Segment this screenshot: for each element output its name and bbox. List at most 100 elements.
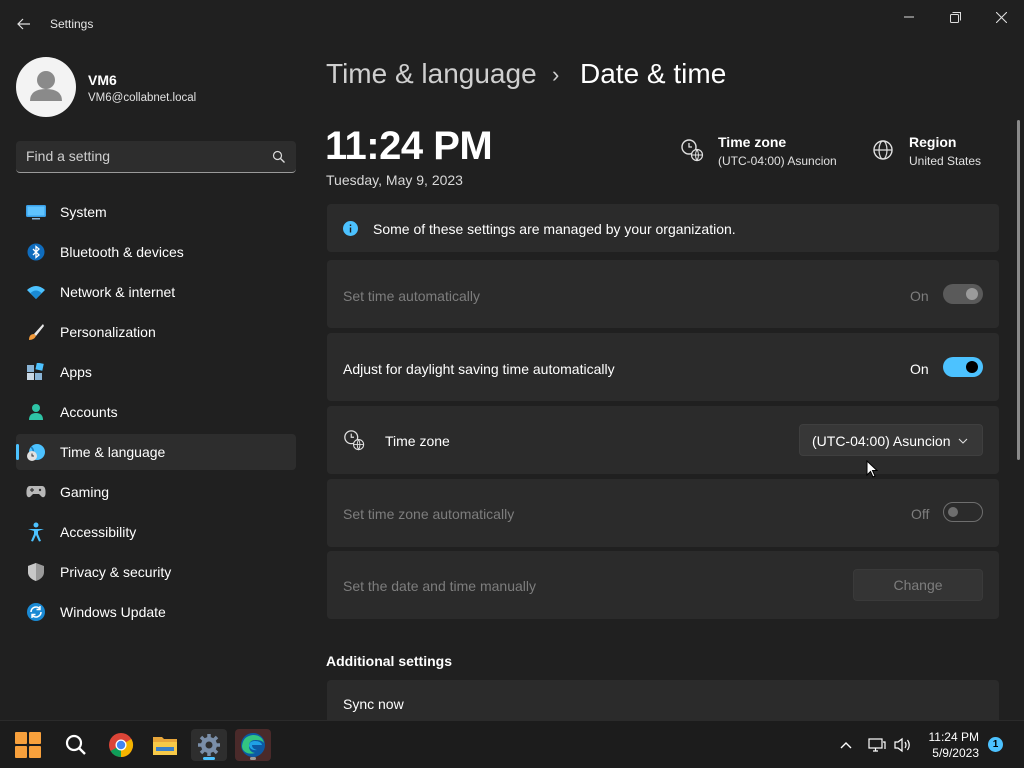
taskbar: 11:24 PM 5/9/2023 1 bbox=[0, 720, 1024, 768]
breadcrumb-separator: › bbox=[552, 62, 560, 87]
set-tz-auto-row: Set time zone automatically Off bbox=[327, 479, 999, 547]
taskbar-search-button[interactable] bbox=[58, 729, 94, 761]
sidebar-item-system[interactable]: System bbox=[16, 194, 296, 230]
mouse-cursor-icon bbox=[866, 460, 878, 478]
edge-icon bbox=[241, 733, 265, 757]
notice-text: Some of these settings are managed by yo… bbox=[373, 221, 736, 237]
sidebar-item-label: Accessibility bbox=[60, 524, 137, 540]
search-icon[interactable] bbox=[272, 150, 286, 164]
window-title: Settings bbox=[50, 17, 94, 31]
chrome-icon bbox=[109, 733, 134, 757]
monitor-icon bbox=[26, 203, 46, 221]
taskbar-clock-time[interactable]: 11:24 PM bbox=[925, 730, 979, 744]
search-box[interactable] bbox=[16, 141, 296, 173]
sidebar-item-network[interactable]: Network & internet bbox=[16, 274, 296, 310]
timezone-dropdown-value: (UTC-04:00) Asuncion bbox=[812, 433, 951, 449]
network-monitor-icon bbox=[868, 738, 886, 752]
sidebar-item-apps[interactable]: Apps bbox=[16, 354, 296, 390]
close-icon bbox=[995, 11, 1007, 23]
set-time-auto-label: Set time automatically bbox=[343, 288, 480, 304]
sidebar-item-time-language[interactable]: Time & language bbox=[16, 434, 296, 470]
set-time-auto-state: On bbox=[910, 288, 929, 304]
manual-datetime-row: Set the date and time manually Change bbox=[327, 551, 999, 619]
chevron-up-icon bbox=[840, 742, 852, 749]
sidebar-item-label: Apps bbox=[60, 364, 92, 380]
sidebar-item-windows-update[interactable]: Windows Update bbox=[16, 594, 296, 630]
chrome-taskbar-button[interactable] bbox=[103, 729, 139, 761]
notification-badge[interactable]: 1 bbox=[988, 737, 1003, 752]
sidebar-item-privacy[interactable]: Privacy & security bbox=[16, 554, 296, 590]
managed-notice: Some of these settings are managed by yo… bbox=[327, 204, 999, 252]
additional-settings-heading: Additional settings bbox=[326, 653, 452, 669]
bluetooth-icon bbox=[26, 243, 46, 261]
timezone-value: (UTC-04:00) Asuncion bbox=[718, 154, 837, 168]
folder-icon bbox=[153, 737, 177, 755]
set-time-auto-row: Set time automatically On bbox=[327, 260, 999, 328]
timezone-dropdown[interactable]: (UTC-04:00) Asuncion bbox=[799, 424, 983, 456]
minimize-icon bbox=[904, 16, 914, 18]
minimize-button[interactable] bbox=[886, 4, 932, 30]
chevron-down-icon bbox=[958, 438, 968, 444]
shield-icon bbox=[26, 563, 46, 581]
user-email: VM6@collabnet.local bbox=[88, 92, 197, 104]
daylight-saving-toggle[interactable] bbox=[943, 357, 983, 377]
sync-now-row: Sync now bbox=[327, 680, 999, 720]
sidebar-item-label: Privacy & security bbox=[60, 564, 172, 580]
taskbar-clock-date[interactable]: 5/9/2023 bbox=[925, 746, 979, 760]
sidebar-item-label: Accounts bbox=[60, 404, 118, 420]
show-hidden-icons-button[interactable] bbox=[830, 729, 862, 761]
user-name: VM6 bbox=[88, 72, 117, 88]
running-app-indicator bbox=[250, 757, 256, 760]
set-time-auto-toggle[interactable] bbox=[943, 284, 983, 304]
person-icon bbox=[26, 403, 46, 421]
back-arrow-icon bbox=[17, 18, 30, 30]
manual-datetime-label: Set the date and time manually bbox=[343, 578, 537, 594]
sidebar-nav: System Bluetooth & devices Network & int… bbox=[16, 194, 296, 634]
restore-icon bbox=[949, 11, 961, 23]
change-button[interactable]: Change bbox=[853, 569, 983, 601]
sidebar-item-gaming[interactable]: Gaming bbox=[16, 474, 296, 510]
avatar[interactable] bbox=[16, 57, 76, 117]
sidebar-item-label: Personalization bbox=[60, 324, 156, 340]
back-button[interactable] bbox=[10, 12, 38, 36]
settings-taskbar-button[interactable] bbox=[191, 729, 227, 761]
sidebar-item-bluetooth[interactable]: Bluetooth & devices bbox=[16, 234, 296, 270]
sidebar-item-label: Time & language bbox=[60, 444, 166, 460]
accessibility-icon bbox=[26, 522, 46, 542]
page-title: Date & time bbox=[580, 58, 727, 89]
set-tz-auto-toggle[interactable] bbox=[943, 502, 983, 522]
sidebar-item-personalization[interactable]: Personalization bbox=[16, 314, 296, 350]
file-explorer-taskbar-button[interactable] bbox=[147, 729, 183, 761]
edge-taskbar-button[interactable] bbox=[235, 729, 271, 761]
daylight-saving-label: Adjust for daylight saving time automati… bbox=[343, 361, 615, 377]
region-title: Region bbox=[909, 134, 957, 150]
close-button[interactable] bbox=[978, 4, 1024, 30]
network-tray-button[interactable] bbox=[864, 729, 890, 761]
timezone-row-icon bbox=[344, 430, 365, 451]
breadcrumb-parent[interactable]: Time & language bbox=[326, 58, 537, 90]
speaker-icon bbox=[894, 737, 910, 753]
sidebar-item-accounts[interactable]: Accounts bbox=[16, 394, 296, 430]
start-button[interactable] bbox=[10, 729, 46, 761]
sidebar-item-label: Bluetooth & devices bbox=[60, 244, 184, 260]
volume-tray-button[interactable] bbox=[890, 729, 916, 761]
active-app-indicator bbox=[203, 757, 215, 760]
brush-icon bbox=[26, 323, 46, 341]
maximize-button[interactable] bbox=[932, 4, 978, 30]
search-input[interactable] bbox=[26, 148, 266, 164]
search-icon bbox=[65, 734, 86, 755]
sidebar-item-label: Gaming bbox=[60, 484, 110, 500]
user-silhouette-icon bbox=[30, 71, 62, 101]
sidebar-item-label: Network & internet bbox=[60, 284, 176, 300]
set-tz-auto-label: Set time zone automatically bbox=[343, 506, 515, 522]
daylight-saving-state: On bbox=[910, 361, 929, 377]
gamepad-icon bbox=[26, 483, 46, 501]
timezone-row-label: Time zone bbox=[385, 433, 450, 449]
sidebar-item-label: System bbox=[60, 204, 107, 220]
daylight-saving-row: Adjust for daylight saving time automati… bbox=[327, 333, 999, 401]
current-date: Tuesday, May 9, 2023 bbox=[326, 172, 463, 188]
wifi-icon bbox=[26, 283, 46, 301]
content-scrollbar[interactable] bbox=[1017, 120, 1020, 460]
region-value: United States bbox=[909, 154, 982, 168]
sidebar-item-accessibility[interactable]: Accessibility bbox=[16, 514, 296, 550]
